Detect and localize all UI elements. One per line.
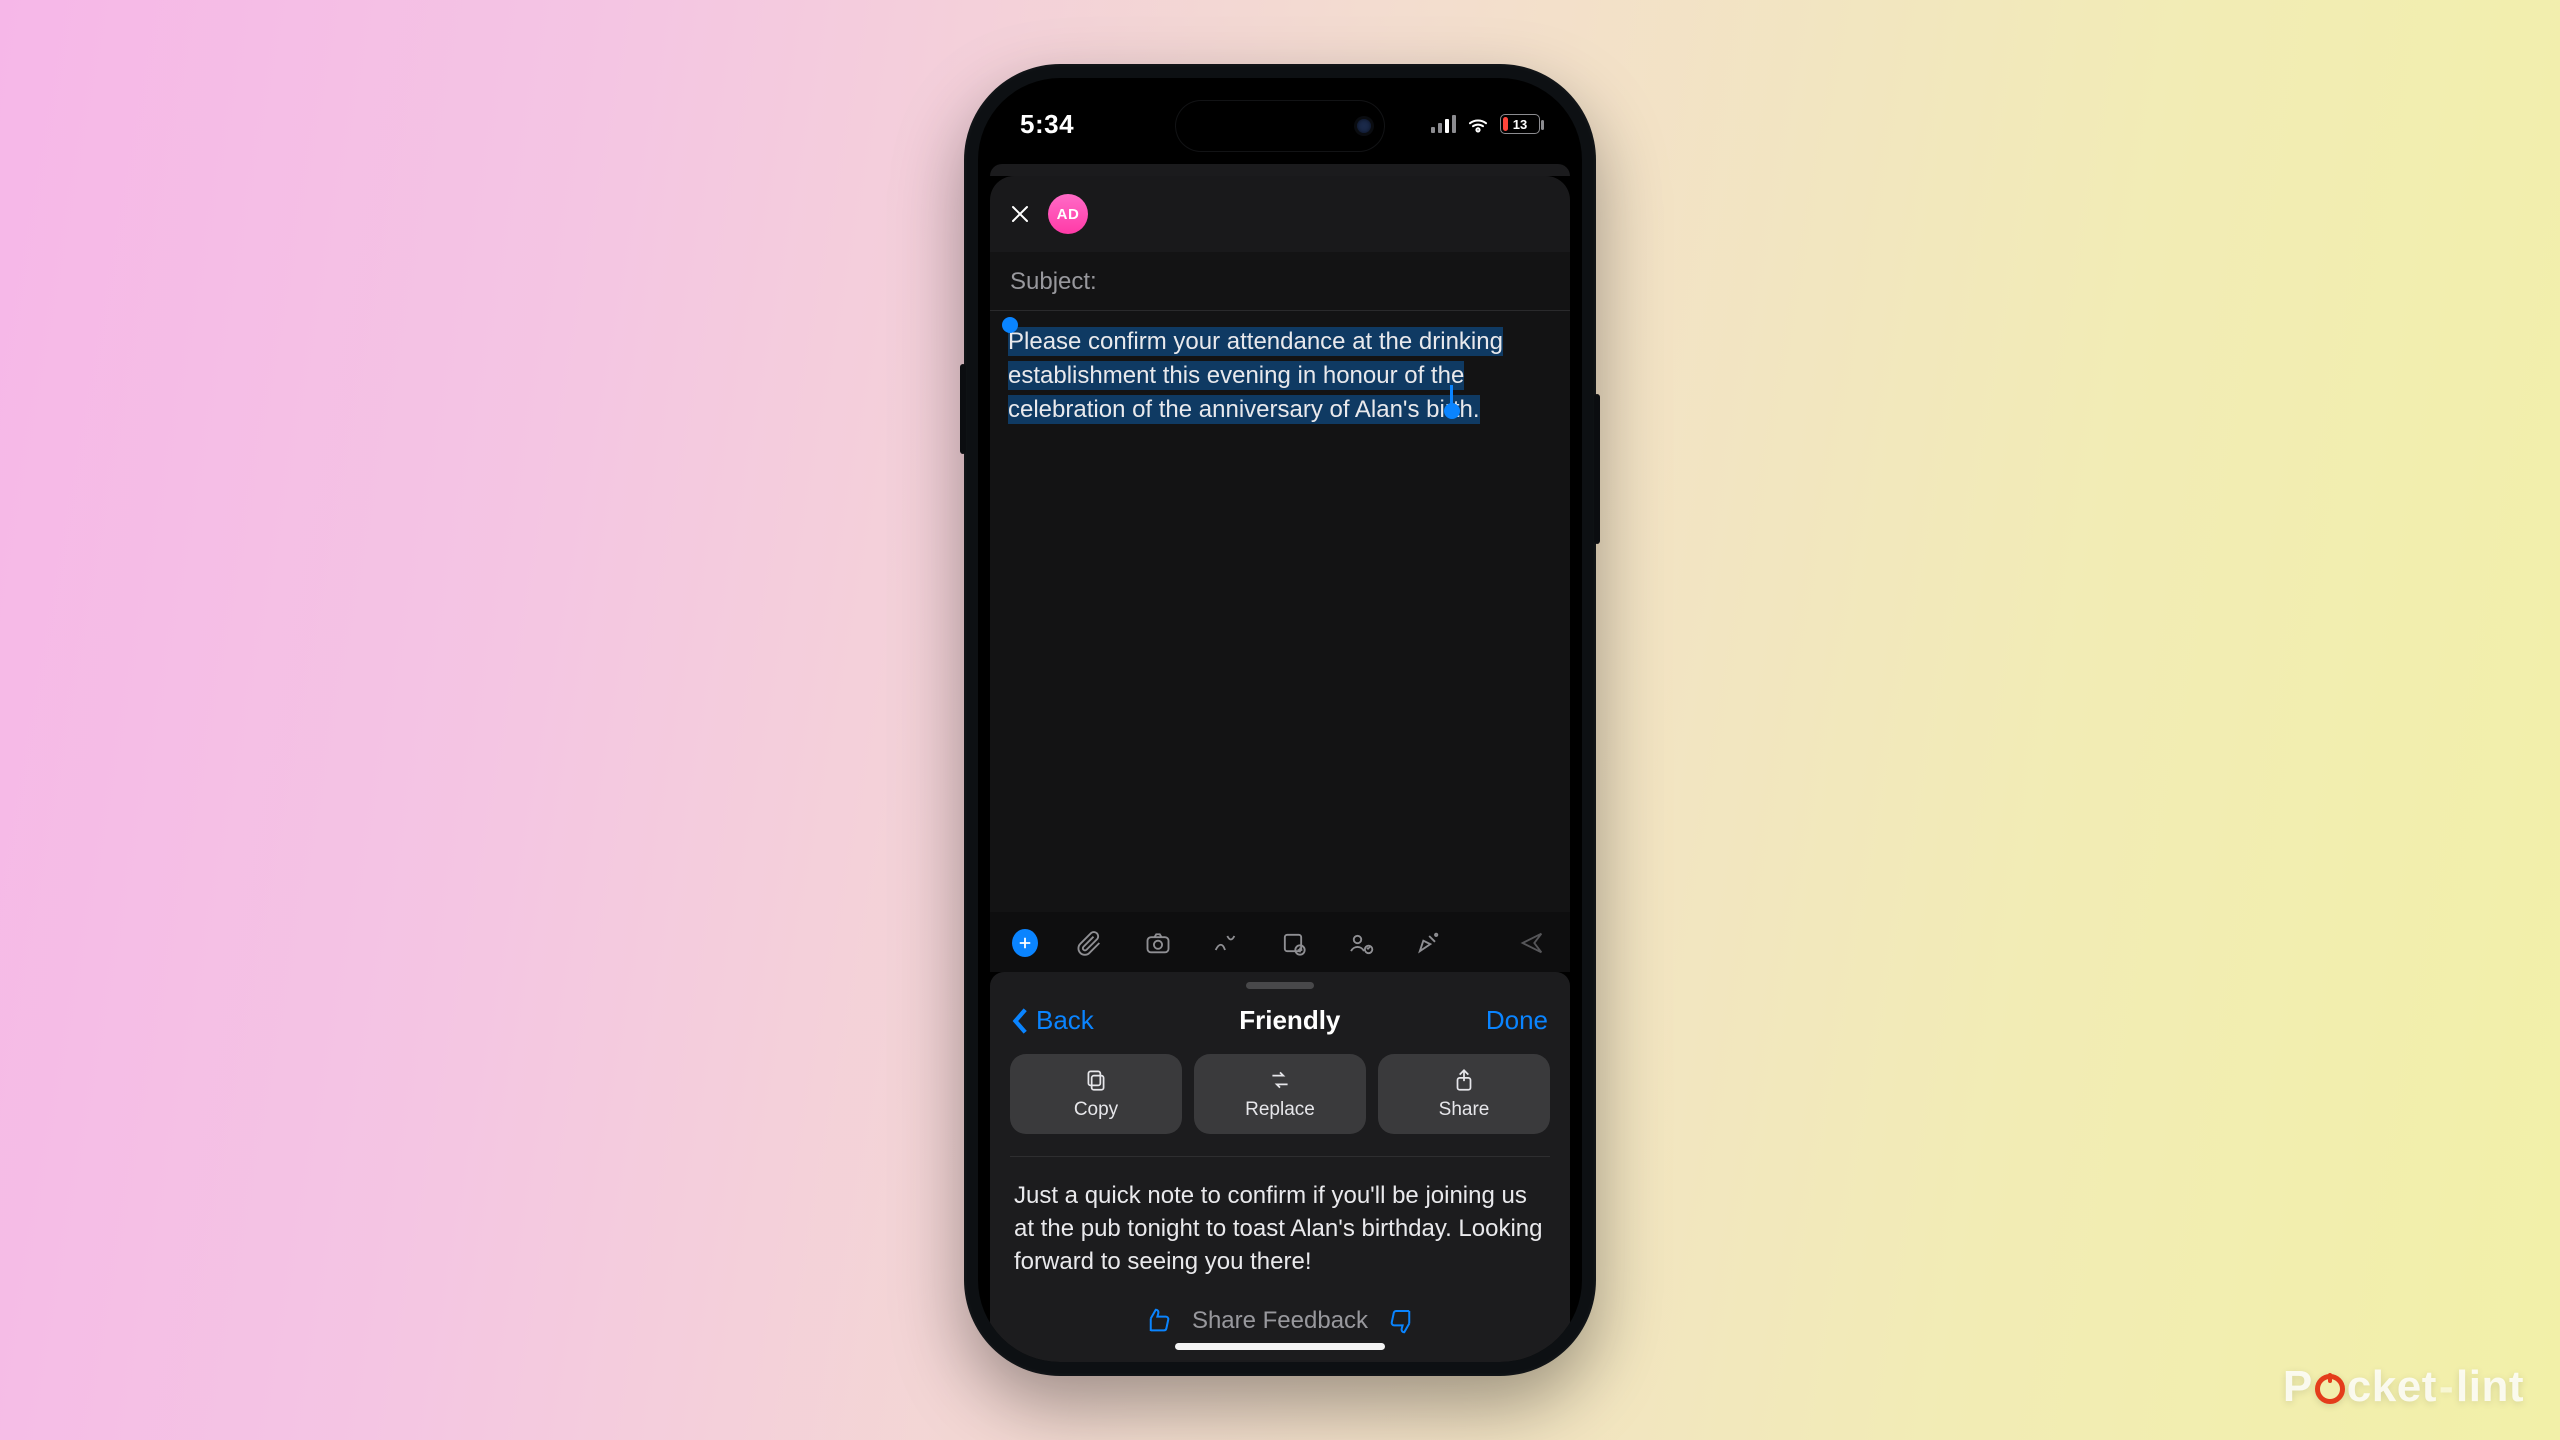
back-label: Back — [1036, 1005, 1094, 1036]
copy-icon — [1083, 1067, 1109, 1093]
attachment-icon[interactable] — [1074, 926, 1106, 960]
people-icon[interactable] — [1345, 926, 1377, 960]
panel-title: Friendly — [1239, 1005, 1340, 1036]
chevron-left-icon — [1012, 1007, 1030, 1035]
background: 5:34 13 AD — [0, 0, 2560, 1440]
background-sheet — [990, 164, 1570, 176]
email-body[interactable]: Please confirm your attendance at the dr… — [990, 311, 1570, 912]
avatar[interactable]: AD — [1048, 194, 1088, 234]
panel-header: Back Friendly Done — [990, 989, 1570, 1054]
replace-label: Replace — [1245, 1099, 1315, 1121]
add-button[interactable] — [1012, 929, 1038, 957]
phone-screen: 5:34 13 AD — [978, 78, 1582, 1362]
app-container: AD Subject: Please confirm your attendan… — [978, 78, 1582, 1362]
thumbs-down-icon[interactable] — [1388, 1306, 1418, 1336]
share-button[interactable]: Share — [1378, 1054, 1550, 1134]
phone-frame: 5:34 13 AD — [964, 64, 1596, 1376]
selection-handle-start[interactable] — [1002, 317, 1018, 333]
compose-toolbar — [990, 912, 1570, 972]
home-indicator[interactable] — [1175, 1343, 1385, 1350]
compose-header: AD — [990, 176, 1570, 252]
copy-button[interactable]: Copy — [1010, 1054, 1182, 1134]
rewrite-output: Just a quick note to confirm if you'll b… — [990, 1157, 1570, 1296]
watermark: Pcket-lint — [2283, 1362, 2524, 1412]
share-icon — [1451, 1067, 1477, 1093]
selected-text: Please confirm your attendance at the dr… — [1008, 327, 1503, 424]
panel-grabber[interactable] — [1246, 982, 1314, 989]
back-button[interactable]: Back — [1012, 1005, 1094, 1036]
compose-sheet: AD Subject: Please confirm your attendan… — [990, 176, 1570, 972]
scan-document-icon[interactable] — [1277, 926, 1309, 960]
subject-field[interactable]: Subject: — [990, 252, 1570, 311]
share-label: Share — [1439, 1099, 1490, 1121]
copy-label: Copy — [1074, 1099, 1118, 1121]
close-icon[interactable] — [1008, 202, 1032, 226]
panel-actions: Copy Replace Share — [990, 1054, 1570, 1156]
markup-icon[interactable] — [1210, 926, 1242, 960]
feedback-row: Share Feedback — [990, 1296, 1570, 1362]
camera-icon[interactable] — [1142, 926, 1174, 960]
replace-button[interactable]: Replace — [1194, 1054, 1366, 1134]
watermark-o-icon — [2315, 1374, 2345, 1404]
thumbs-up-icon[interactable] — [1142, 1306, 1172, 1336]
writing-tools-panel: Back Friendly Done Copy Replace — [990, 972, 1570, 1362]
replace-icon — [1267, 1067, 1293, 1093]
send-button[interactable] — [1516, 926, 1548, 960]
done-button[interactable]: Done — [1486, 1005, 1548, 1036]
writing-tools-icon[interactable] — [1413, 926, 1445, 960]
feedback-label[interactable]: Share Feedback — [1192, 1307, 1368, 1335]
selection-handle-end[interactable] — [1444, 403, 1460, 419]
